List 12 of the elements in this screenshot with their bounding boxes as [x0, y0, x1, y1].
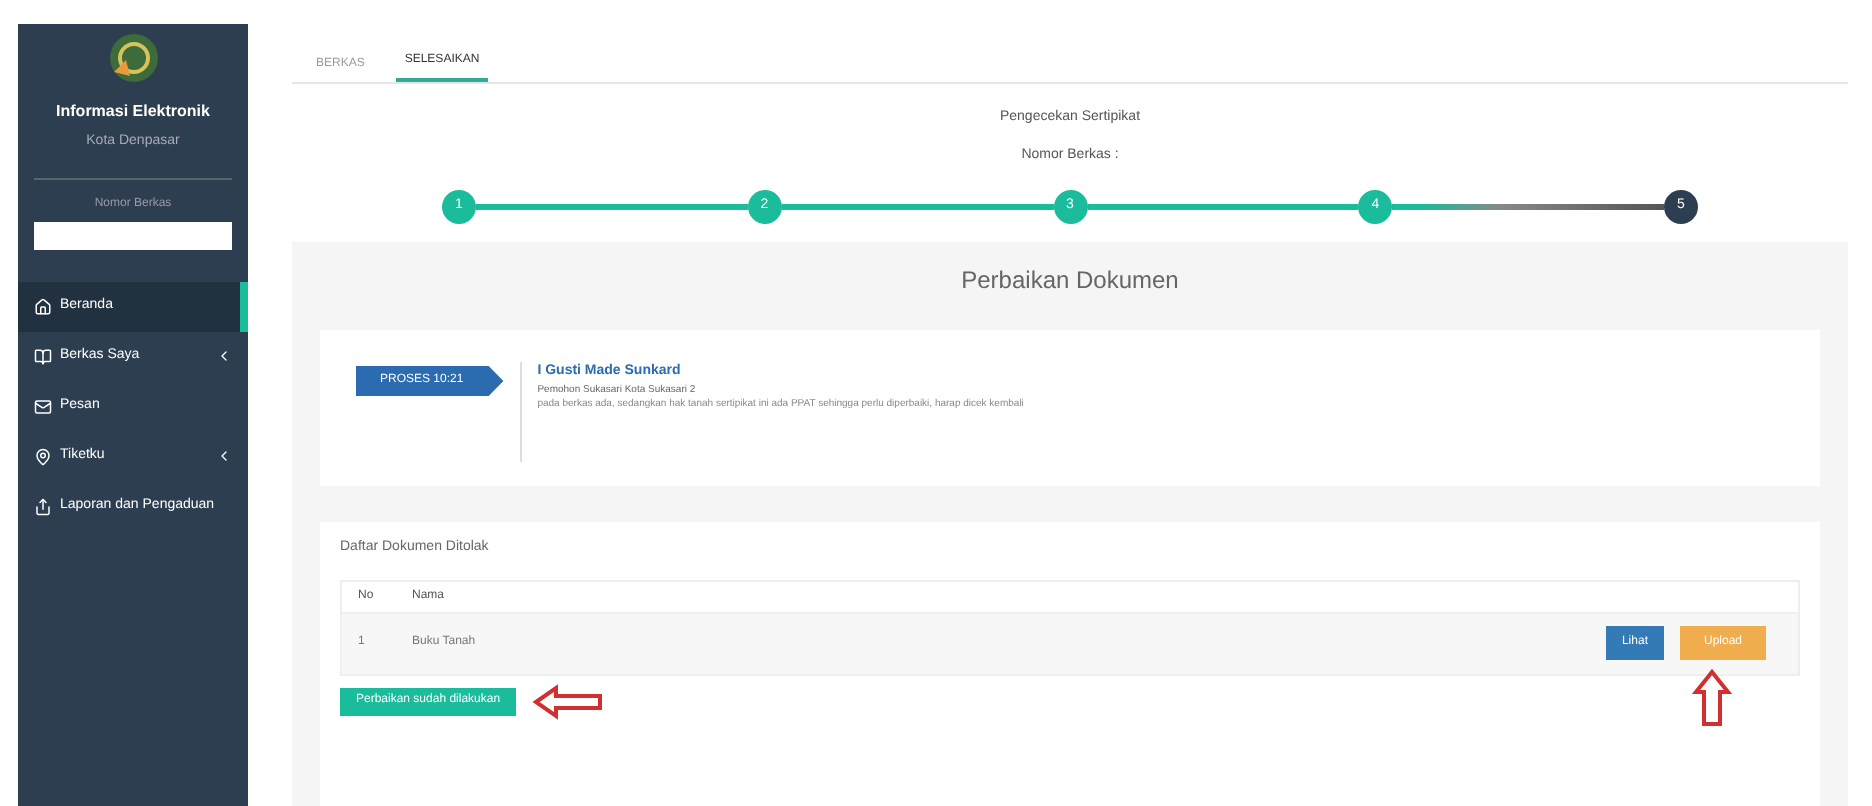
book-icon [34, 347, 52, 365]
app-title: Informasi Elektronik [56, 100, 210, 124]
search-field[interactable] [34, 221, 232, 249]
chevron-icon [216, 348, 232, 364]
section-title: Perbaikan Dokumen [959, 264, 1181, 298]
share-icon [34, 497, 52, 515]
mail-icon [34, 397, 52, 415]
home-icon [34, 297, 52, 315]
pin-icon [34, 447, 52, 465]
arrow-left-icon [532, 683, 605, 719]
chevron-icon [216, 448, 232, 464]
logo-icon [107, 32, 159, 84]
